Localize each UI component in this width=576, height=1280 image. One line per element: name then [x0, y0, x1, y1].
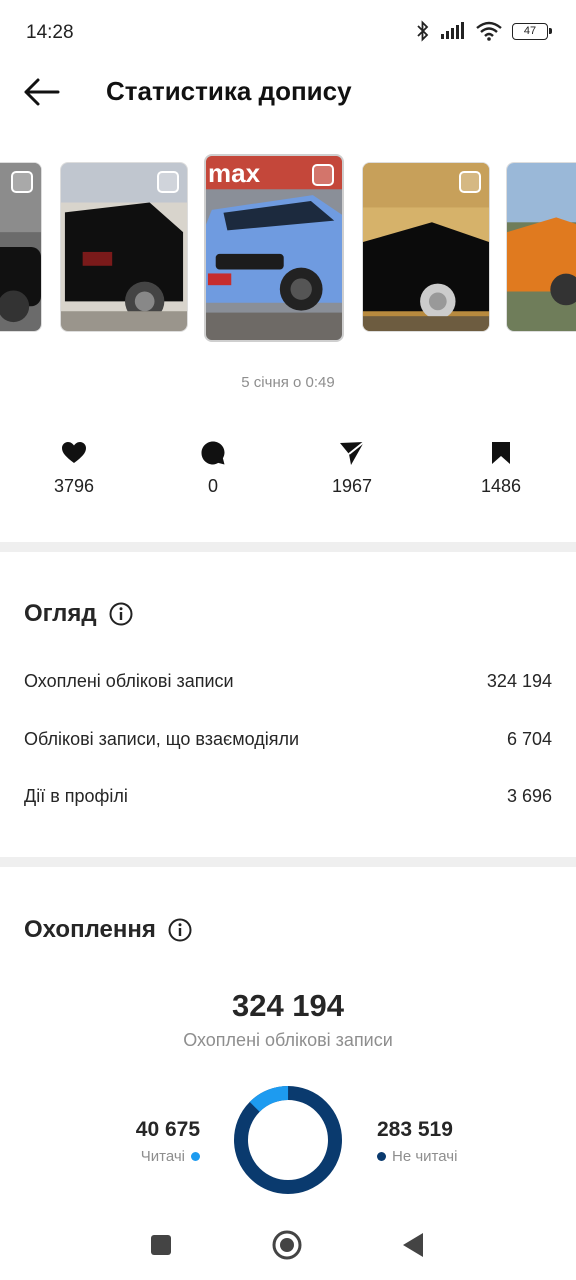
- overview-row-reached-accounts[interactable]: Охоплені облікові записи 324 194: [24, 671, 552, 692]
- wifi-icon: [476, 21, 502, 41]
- signal-icon: [441, 22, 464, 39]
- reach-caption: Охоплені облікові записи: [183, 1030, 393, 1050]
- info-icon[interactable]: [168, 918, 192, 942]
- metric-shares: 1967: [292, 440, 412, 497]
- followers-dot: [191, 1152, 200, 1161]
- non-followers-label-row: Не читачі: [377, 1148, 457, 1165]
- row-value: 6 704: [506, 729, 552, 749]
- circle-home-icon[interactable]: [272, 1230, 302, 1260]
- thumbnail-badge: max: [208, 158, 261, 188]
- status-bar: 14:28 47: [0, 0, 576, 66]
- post-date: 5 січня о 0:49: [241, 374, 335, 391]
- bookmark-icon: [492, 442, 510, 464]
- row-label: Дії в профілі: [24, 786, 128, 806]
- overview-row-engaged-accounts[interactable]: Облікові записи, що взаємодіяли 6 704: [24, 729, 552, 750]
- section-divider: [0, 857, 576, 867]
- battery-icon: 47: [512, 22, 552, 40]
- thumbnail-blue-wagon[interactable]: max: [204, 154, 344, 342]
- select-checkbox[interactable]: [11, 171, 33, 193]
- post-thumbnails-carousel[interactable]: max: [0, 152, 576, 347]
- battery-level: 47: [523, 24, 537, 37]
- reach-donut-chart: [234, 1086, 342, 1194]
- followers-label: Читачі: [140, 1148, 185, 1165]
- reach-total: 324 194: [231, 988, 345, 1023]
- arrow-left-icon: [24, 78, 60, 106]
- metric-likes: 3796: [14, 440, 134, 497]
- square-icon[interactable]: [150, 1234, 172, 1256]
- likes-count: 3796: [53, 476, 95, 496]
- system-navigation-bar: [0, 1212, 576, 1280]
- thumbnail-black-suv[interactable]: [60, 162, 188, 332]
- metric-comments: 0: [153, 440, 273, 497]
- overview-title: Огляд: [24, 600, 97, 627]
- legend-non-followers: 283 519 Не читачі: [377, 1118, 457, 1165]
- select-checkbox[interactable]: [312, 164, 334, 186]
- saves-count: 1486: [480, 476, 522, 496]
- send-icon: [340, 441, 365, 465]
- shares-count: 1967: [331, 476, 373, 496]
- non-followers-label: Не читачі: [392, 1148, 458, 1165]
- row-value: 3 696: [506, 786, 552, 806]
- comment-icon: [201, 441, 225, 465]
- legend-followers: 40 675 Читачі: [136, 1118, 200, 1165]
- app-bar: Статистика допису: [0, 66, 576, 120]
- followers-label-row: Читачі: [136, 1148, 200, 1165]
- bluetooth-icon: [417, 20, 429, 42]
- non-followers-value: 283 519: [377, 1118, 453, 1141]
- reach-title: Охоплення: [24, 916, 156, 943]
- back-button[interactable]: [22, 76, 60, 108]
- thumbnail-black-sedan[interactable]: [0, 162, 42, 332]
- car-photo: [507, 163, 576, 331]
- row-label: Охоплені облікові записи: [24, 671, 234, 691]
- followers-value: 40 675: [135, 1118, 200, 1141]
- row-label: Облікові записи, що взаємодіяли: [24, 729, 300, 749]
- select-checkbox[interactable]: [157, 171, 179, 193]
- reach-section-title: Охоплення: [24, 916, 192, 944]
- status-time: 14:28: [26, 22, 74, 43]
- heart-icon: [62, 442, 86, 463]
- row-value: 324 194: [486, 671, 552, 691]
- donut-segment-followers: [234, 1086, 342, 1194]
- status-icons: 47: [416, 20, 552, 42]
- thumbnail-black-coupe[interactable]: [362, 162, 490, 332]
- comments-count: 0: [207, 476, 218, 496]
- page-title: Статистика допису: [106, 76, 352, 106]
- overview-row-profile-activity[interactable]: Дії в профілі 3 696: [24, 786, 552, 807]
- metric-saves: 1486: [441, 440, 561, 497]
- triangle-back-icon[interactable]: [402, 1232, 424, 1258]
- thumbnail-orange-coupe[interactable]: [506, 162, 576, 332]
- engagement-metrics: 3796 0 1967 1486: [0, 440, 576, 500]
- overview-section-title: Огляд: [24, 600, 133, 628]
- info-icon[interactable]: [109, 602, 133, 626]
- select-checkbox[interactable]: [459, 171, 481, 193]
- section-divider: [0, 542, 576, 552]
- non-followers-dot: [377, 1152, 386, 1161]
